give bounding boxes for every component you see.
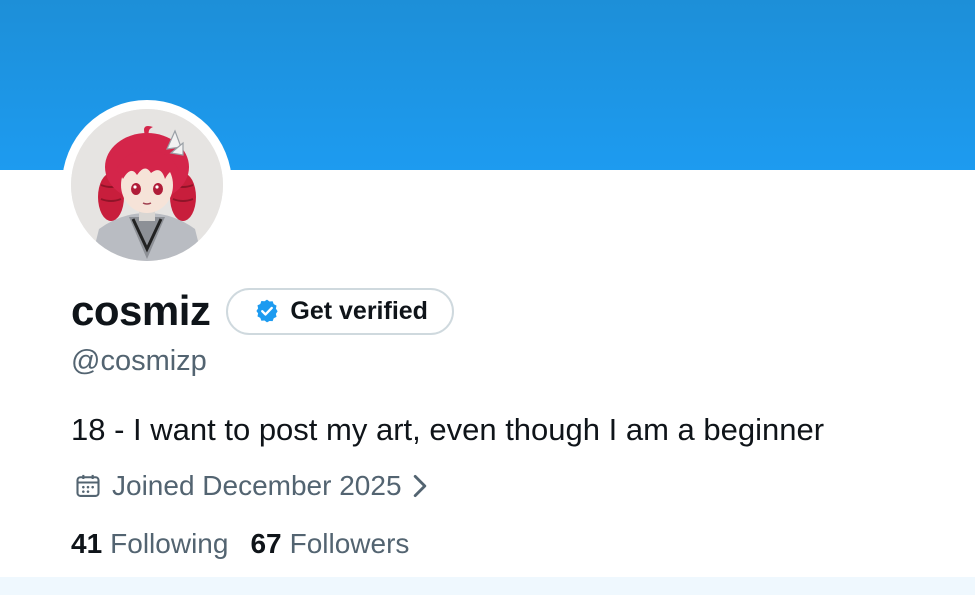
avatar-illustration bbox=[71, 109, 223, 261]
avatar[interactable] bbox=[71, 109, 223, 261]
display-name: cosmiz bbox=[71, 287, 211, 334]
name-row: cosmiz Get verified bbox=[71, 283, 454, 339]
profile-bio: 18 - I want to post my art, even though … bbox=[71, 412, 825, 447]
following-count: 41 bbox=[71, 528, 103, 559]
get-verified-button[interactable]: Get verified bbox=[226, 287, 454, 335]
following-label: Following bbox=[110, 528, 229, 559]
chevron-right-icon bbox=[412, 473, 428, 499]
following-link[interactable]: 41 Following bbox=[71, 528, 228, 560]
followers-count: 67 bbox=[250, 528, 282, 559]
followers-label: Followers bbox=[289, 528, 410, 559]
calendar-icon bbox=[74, 472, 102, 500]
get-verified-label: Get verified bbox=[290, 296, 428, 325]
verified-badge-icon bbox=[254, 298, 280, 324]
follow-stats: 41 Following 67 Followers bbox=[71, 528, 409, 560]
section-divider bbox=[0, 577, 975, 595]
profile-handle: @cosmizp bbox=[71, 345, 207, 377]
joined-date-label: Joined December 2025 bbox=[112, 470, 402, 501]
followers-link[interactable]: 67 Followers bbox=[250, 528, 409, 560]
joined-date-link[interactable]: Joined December 2025 bbox=[74, 468, 428, 504]
